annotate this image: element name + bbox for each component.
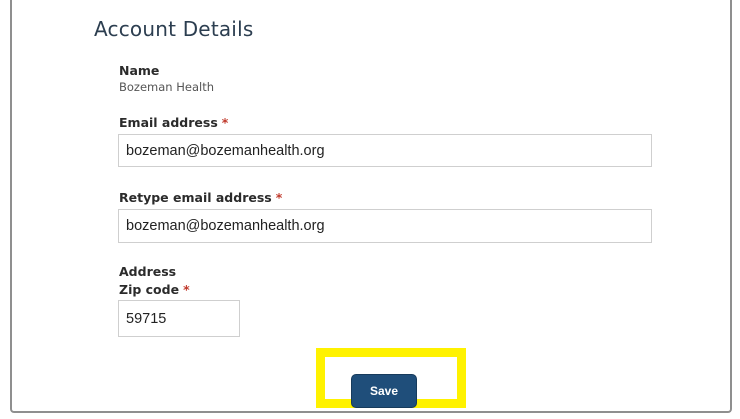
required-marker: * (275, 190, 283, 205)
name-value: Bozeman Health (119, 80, 214, 94)
zip-code-label-text: Zip code (119, 282, 180, 297)
retype-email-label-text: Retype email address (119, 190, 272, 205)
email-label-text: Email address (119, 115, 218, 130)
section-title: Account Details (94, 17, 254, 41)
save-button[interactable]: Save (351, 374, 417, 408)
email-label: Email address * (119, 115, 228, 130)
retype-email-input[interactable] (118, 209, 652, 243)
email-input[interactable] (118, 134, 652, 167)
name-label: Name (119, 63, 160, 78)
retype-email-label: Retype email address * (119, 190, 282, 205)
required-marker: * (183, 282, 190, 297)
required-marker: * (221, 115, 229, 130)
address-label: Address (119, 264, 177, 279)
zip-code-label: Zip code * (119, 282, 190, 297)
account-details-panel: Account Details Name Bozeman Health Emai… (10, 0, 732, 413)
zip-code-input[interactable] (118, 300, 240, 337)
